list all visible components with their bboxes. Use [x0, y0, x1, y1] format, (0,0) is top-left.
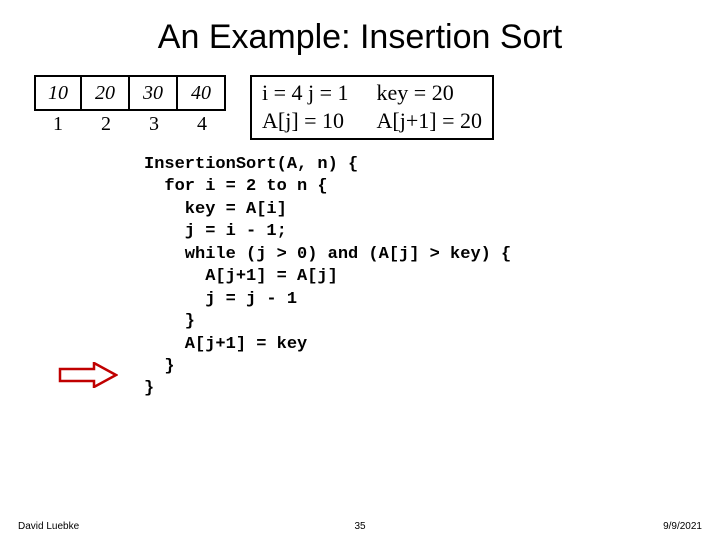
- state-ij: i = 4 j = 1: [262, 79, 349, 107]
- state-aj1: A[j+1] = 20: [377, 107, 482, 135]
- state-box: i = 4 j = 1 key = 20 A[j] = 10 A[j+1] = …: [250, 75, 494, 140]
- footer-date: 9/9/2021: [663, 521, 702, 532]
- code-block: InsertionSort(A, n) { for i = 2 to n { k…: [144, 154, 696, 401]
- array-block: 10 20 30 40 1 2 3 4: [34, 75, 226, 136]
- array-index: 2: [82, 113, 130, 136]
- footer-page: 35: [354, 521, 365, 532]
- array-cell: 20: [82, 75, 130, 111]
- arrow-right-icon: [58, 362, 118, 388]
- array-cell: 40: [178, 75, 226, 111]
- index-row: 1 2 3 4: [34, 113, 226, 136]
- state-aj: A[j] = 10: [262, 107, 349, 135]
- array-cell: 10: [34, 75, 82, 111]
- state-key: key = 20: [377, 79, 482, 107]
- page-title: An Example: Insertion Sort: [24, 18, 696, 57]
- array-index: 4: [178, 113, 226, 136]
- footer-author: David Luebke: [18, 521, 79, 532]
- array-cell: 30: [130, 75, 178, 111]
- footer: David Luebke 35 9/9/2021: [0, 521, 720, 532]
- array-row: 10 20 30 40: [34, 75, 226, 111]
- array-index: 1: [34, 113, 82, 136]
- array-index: 3: [130, 113, 178, 136]
